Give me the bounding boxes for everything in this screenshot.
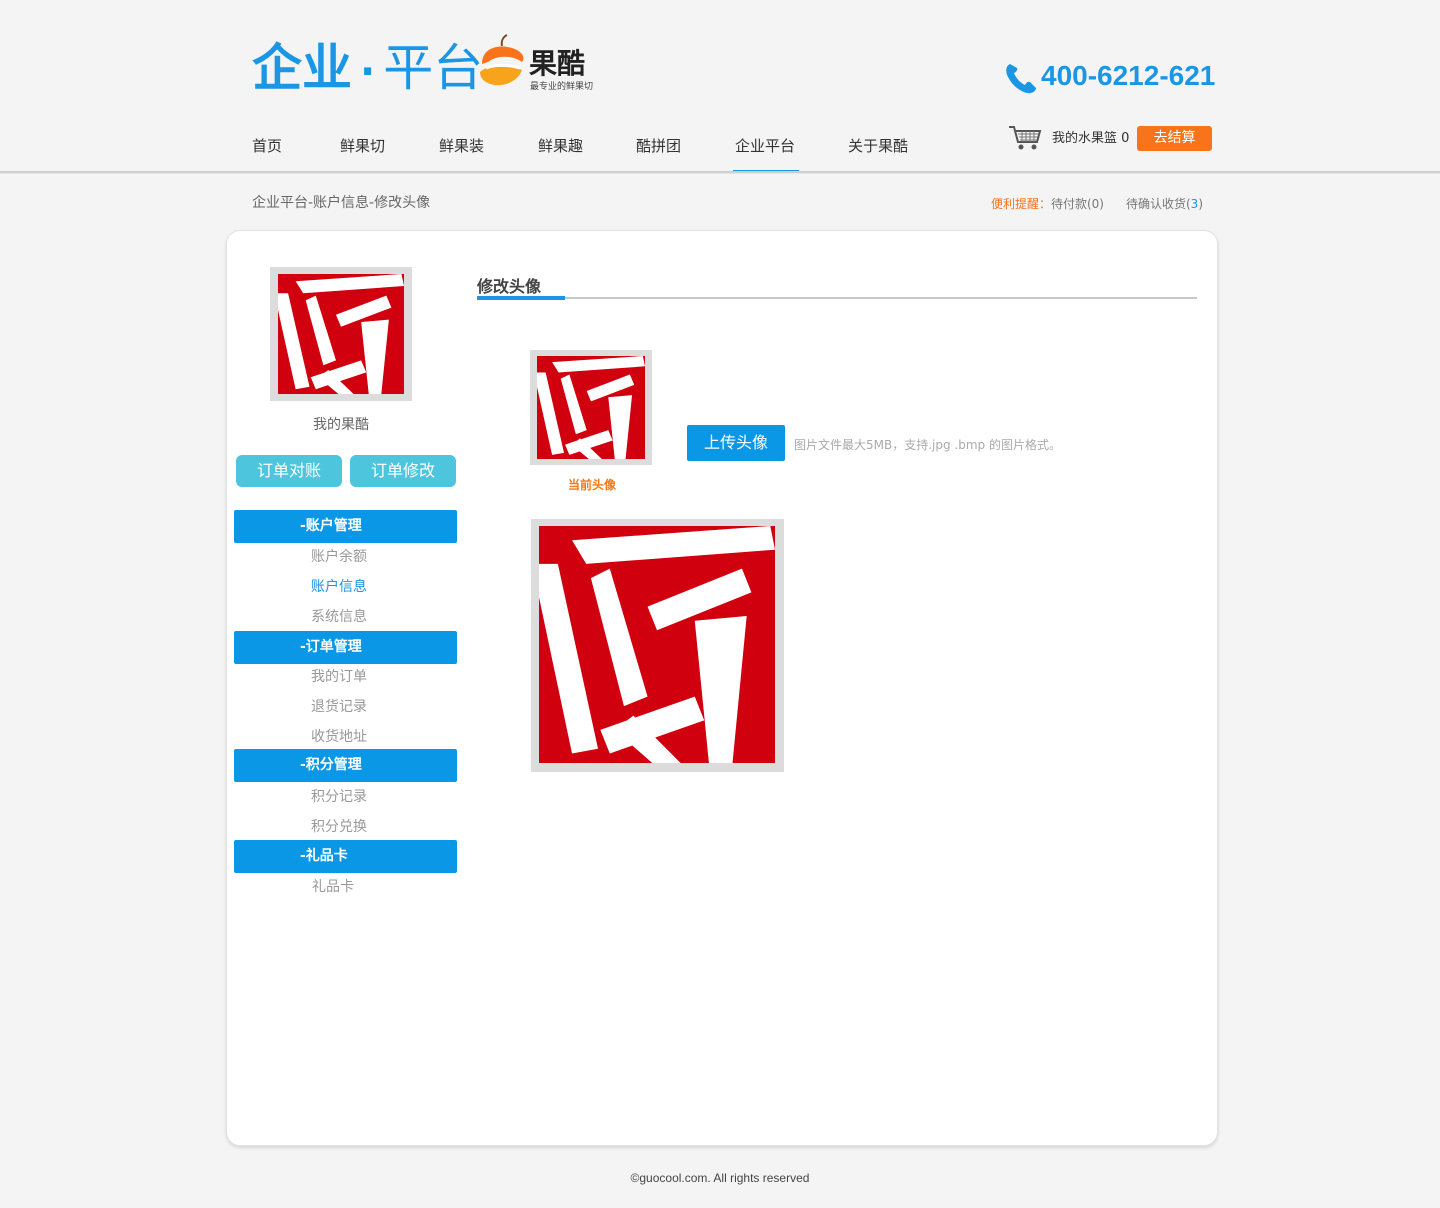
page-title: 修改头像 (477, 277, 542, 296)
avatar-logo-icon (278, 274, 404, 394)
menu-head-account[interactable]: -账户管理 (234, 510, 457, 543)
phone-number: 400-6212-621 (1041, 60, 1216, 91)
menu-item-returns[interactable]: 退货记录 (234, 697, 444, 717)
pending-payment-text: 待付款( (1050, 197, 1092, 211)
current-avatar-label: 当前头像 (567, 478, 616, 492)
preview-logo-icon (539, 526, 775, 763)
menu-head-giftcard[interactable]: -礼品卡 (234, 840, 457, 873)
logo-title-a: 企业 (252, 39, 352, 97)
phone-icon (1006, 64, 1036, 94)
cart-count: 0 (1121, 131, 1130, 146)
current-avatar-logo-icon (537, 356, 645, 459)
menu-head-points[interactable]: -积分管理 (234, 749, 457, 782)
nav-item-fresh-pack[interactable]: 鲜果装 (439, 126, 484, 174)
title-divider-accent (477, 296, 565, 300)
menu-item-balance[interactable]: 账户余额 (234, 547, 444, 567)
nav-item-home[interactable]: 首页 (252, 126, 282, 174)
avatar-preview (531, 519, 784, 772)
footer-copyright: ©guocool.com. All rights reserved (630, 1171, 810, 1185)
logo-title-b: 平台 (383, 39, 484, 97)
reminder-label: 便利提醒： (990, 197, 1051, 211)
brand-name: 果酷 (529, 47, 586, 80)
profile-avatar[interactable] (270, 267, 412, 401)
logo-dot: · (360, 49, 376, 95)
cart-text: 我的水果篮 (1052, 131, 1118, 146)
nav-item-fresh-fun[interactable]: 鲜果趣 (538, 126, 583, 174)
current-avatar (530, 350, 652, 465)
menu-item-points-exchange[interactable]: 积分兑换 (234, 817, 444, 837)
menu-item-system-info[interactable]: 系统信息 (234, 607, 444, 627)
pending-payment-link[interactable]: 待付款(0) (1051, 197, 1104, 211)
menu-item-address[interactable]: 收货地址 (234, 727, 444, 747)
paren-close: ) (1198, 197, 1203, 211)
menu-item-giftcard[interactable]: 礼品卡 (234, 877, 432, 897)
upload-hint: 图片文件最大5MB，支持.jpg .bmp 的图片格式。 (794, 438, 1061, 452)
upload-avatar-button[interactable]: 上传头像 (687, 425, 785, 461)
my-guoku-link[interactable]: 我的果酷 (270, 415, 412, 435)
order-reconcile-button[interactable]: 订单对账 (236, 455, 342, 487)
nav-item-group-buy[interactable]: 酷拼团 (636, 126, 681, 174)
title-divider (477, 297, 1197, 299)
pending-receipt-link[interactable]: 待确认收货(3) (1126, 197, 1203, 211)
order-modify-button[interactable]: 订单修改 (350, 455, 456, 487)
site-logo[interactable]: 企业 · 平台 (252, 38, 483, 102)
nav-item-about[interactable]: 关于果酷 (848, 126, 908, 174)
menu-item-points-record[interactable]: 积分记录 (234, 787, 444, 807)
menu-head-orders[interactable]: -订单管理 (234, 631, 457, 664)
pending-receipt-text: 待确认收货( (1125, 197, 1191, 211)
order-reminder: 便利提醒：待付款(0) 待确认收货(3) (991, 195, 1203, 213)
cart-label[interactable]: 我的水果篮 0 (1052, 130, 1129, 148)
menu-item-account-info[interactable]: 账户信息 (234, 577, 444, 597)
paren-close: ) (1099, 197, 1104, 211)
checkout-button[interactable]: 去结算 (1137, 126, 1212, 151)
cart-icon[interactable] (1008, 124, 1042, 152)
brand-slogan: 最专业的鲜果切 (530, 82, 594, 92)
breadcrumb: 企业平台-账户信息-修改头像 (252, 195, 431, 211)
header-divider (0, 171, 1440, 174)
menu-item-my-orders[interactable]: 我的订单 (234, 667, 444, 687)
nav-item-enterprise[interactable]: 企业平台 (732, 126, 800, 174)
nav-item-fresh-cut[interactable]: 鲜果切 (340, 126, 385, 174)
